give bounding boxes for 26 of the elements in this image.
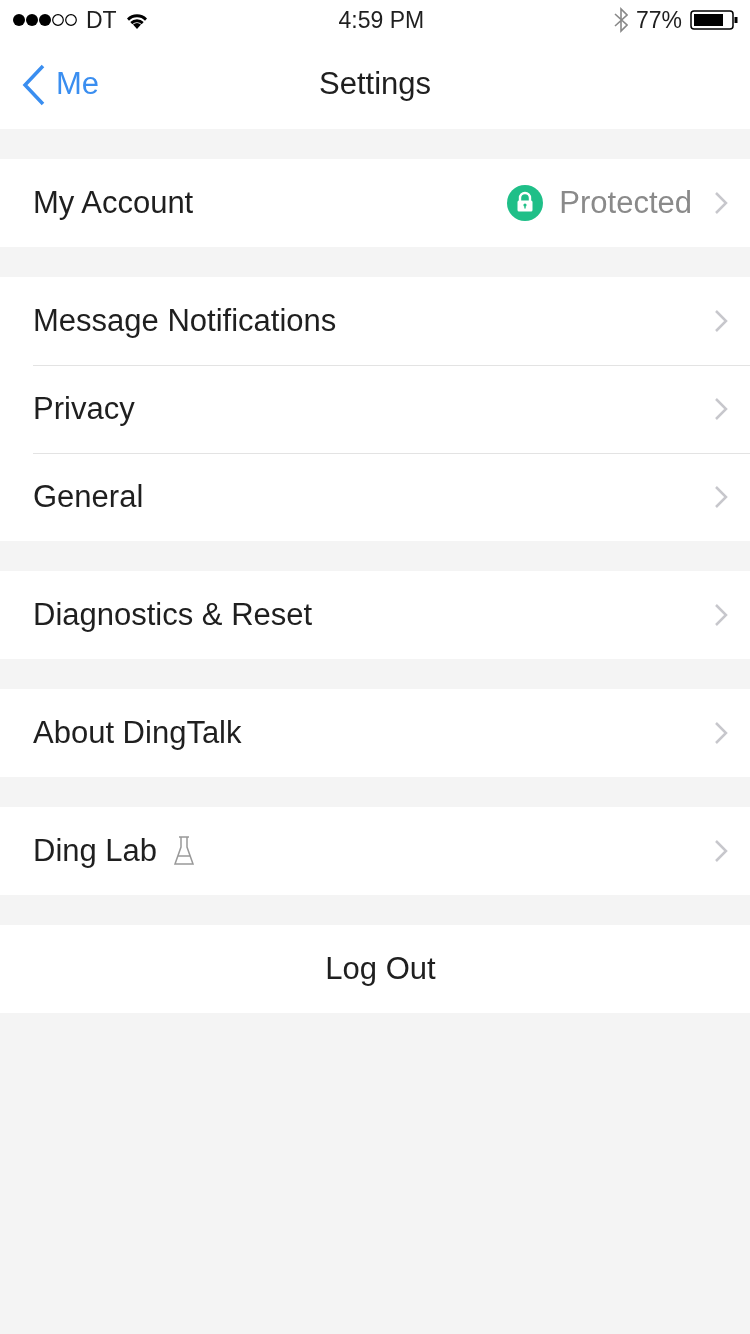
page-title: Settings [319,65,431,104]
chevron-right-icon [714,721,728,745]
signal-icon [12,13,78,27]
carrier-name: DT [86,5,117,35]
status-time: 4:59 PM [337,5,426,35]
wifi-icon [124,11,149,29]
chevron-left-icon [22,63,46,106]
chevron-right-icon [714,603,728,627]
battery-percent: 77% [635,5,682,35]
chevron-right-icon [714,309,728,333]
chevron-right-icon [714,397,728,421]
bluetooth-icon [613,7,628,33]
chevron-right-icon [714,191,728,215]
lock-icon [507,185,544,221]
battery-icon [690,10,738,30]
row-label: Message Notifications [33,301,337,340]
chevron-right-icon [714,839,728,863]
row-label: Privacy [33,389,135,428]
status-value: Protected [559,183,692,222]
row-label: General [33,477,144,516]
row-label: Ding Lab [33,831,158,870]
chevron-right-icon [714,485,728,509]
row-label: Diagnostics & Reset [33,595,313,634]
row-label: My Account [33,183,194,222]
row-label: About DingTalk [33,713,242,752]
flask-icon [173,835,196,867]
